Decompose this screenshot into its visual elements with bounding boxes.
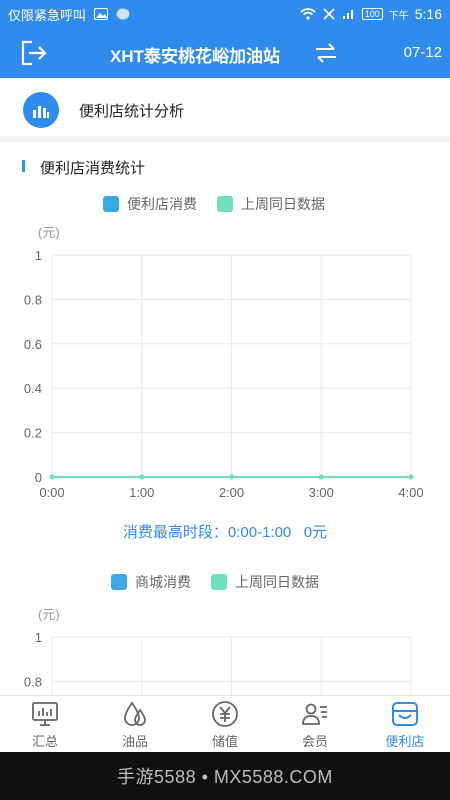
member-card-icon — [302, 703, 327, 725]
nav-item-summary[interactable]: 汇总 — [0, 696, 90, 752]
nav-item-store[interactable]: 便利店 — [360, 696, 450, 752]
monitor-icon — [32, 701, 58, 726]
nav-label: 会员 — [301, 733, 328, 749]
nav-label: 汇总 — [31, 733, 58, 749]
y-tick-label: 1 — [35, 630, 42, 645]
oil-drops-icon — [124, 700, 146, 726]
store-icon — [392, 701, 418, 726]
bottom-nav: 汇总 油品 储值 会员 便利店 — [0, 695, 450, 752]
nav-label: 油品 — [121, 733, 148, 749]
mall-chart: (元) 0.8 1 — [24, 607, 412, 695]
y-axis-unit-label: (元) — [38, 607, 60, 622]
nav-item-member[interactable]: 会员 — [270, 696, 360, 752]
watermark-band: 手游5588 • MX5588.COM — [0, 752, 450, 800]
watermark-text: 手游5588 • MX5588.COM — [117, 767, 333, 787]
yuan-coin-icon — [212, 700, 238, 727]
nav-label: 便利店 — [385, 733, 425, 749]
nav-item-stored-value[interactable]: 储值 — [180, 696, 270, 752]
nav-label: 储值 — [211, 733, 238, 749]
y-tick-label: 0.8 — [24, 674, 42, 689]
nav-item-oil[interactable]: 油品 — [90, 696, 180, 752]
